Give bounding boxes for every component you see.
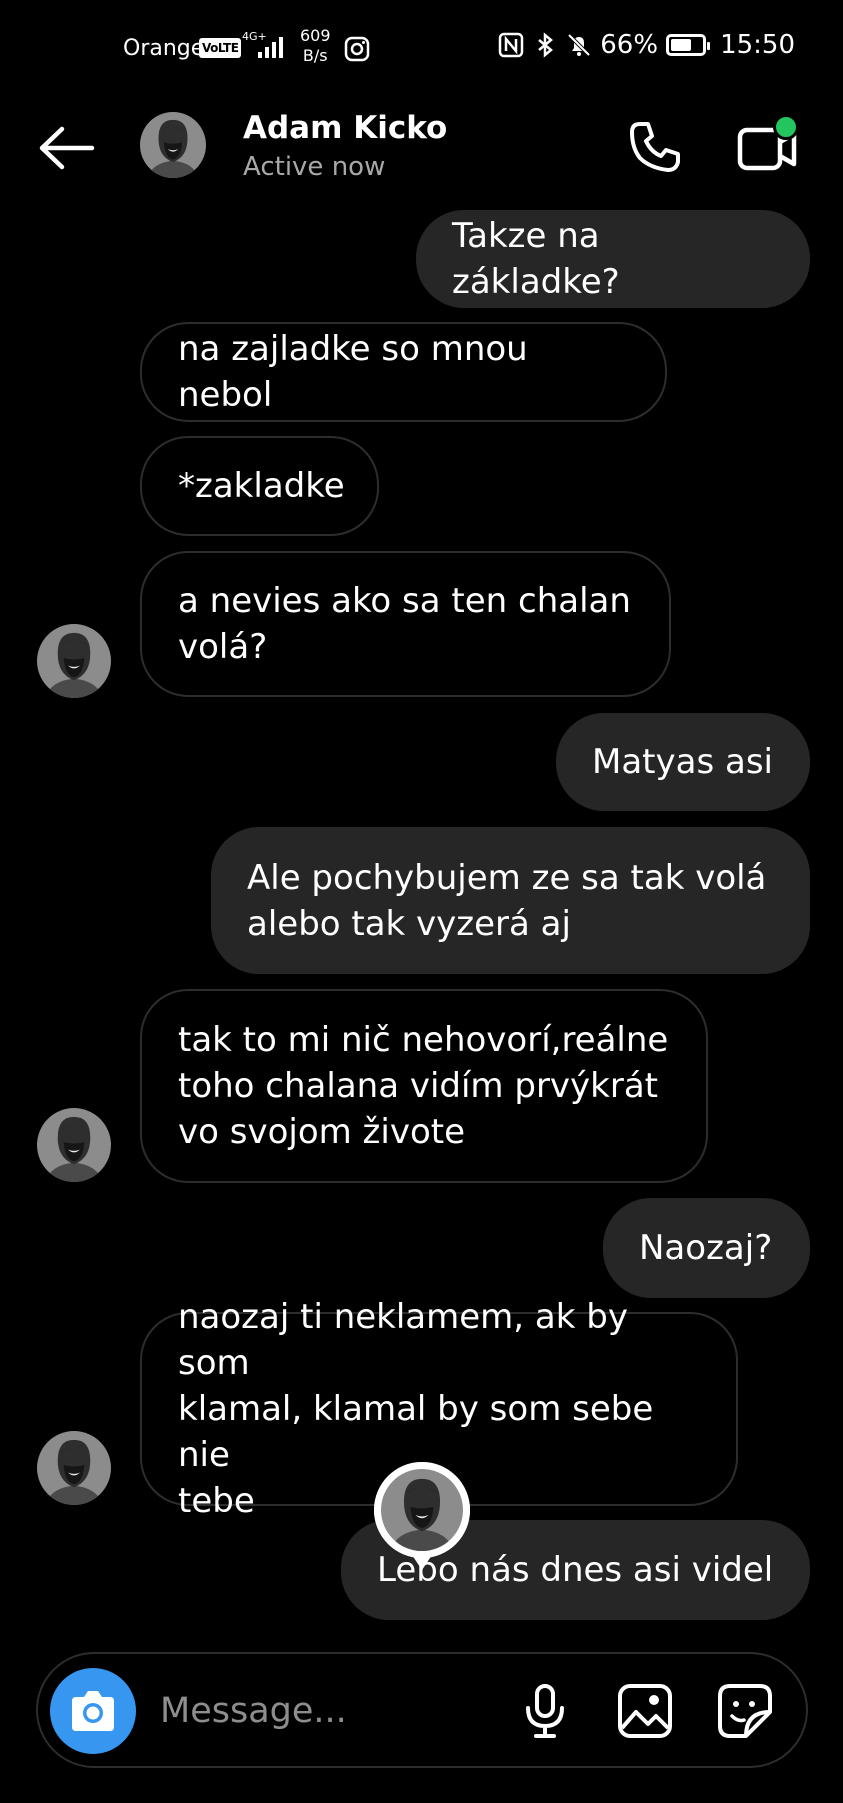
avatar[interactable] (37, 624, 111, 698)
status-bar: Orange VoLTE 4G+ 609 B/s 66% 15:50 (0, 0, 843, 100)
instagram-notification-icon (344, 36, 370, 62)
clock: 15:50 (720, 30, 795, 60)
status-right: 66% 15:50 (498, 30, 795, 60)
message-composer (36, 1652, 808, 1768)
contact-name[interactable]: Adam Kicko (243, 110, 447, 146)
seen-avatar-marker (373, 1462, 470, 1570)
battery-icon (666, 34, 711, 56)
contact-status: Active now (243, 152, 386, 182)
bluetooth-icon (538, 32, 554, 58)
message-bubble-incoming[interactable]: a nevies ako sa ten chalan volá? (140, 551, 671, 697)
signal-icon (258, 37, 283, 58)
network-speed-value: 609 (300, 26, 331, 45)
message-text: Takze na základke? (452, 216, 620, 302)
message-text: tak to mi nič nehovorí,reálne toho chala… (178, 1020, 669, 1152)
message-bubble-incoming[interactable]: na zajladke so mnou nebol (140, 322, 667, 422)
message-bubble-incoming[interactable]: *zakladke (140, 436, 379, 536)
message-text: Naozaj? (639, 1228, 773, 1268)
message-text: Matyas asi (592, 742, 773, 782)
back-arrow-icon[interactable] (36, 122, 96, 174)
avatar[interactable] (140, 112, 206, 178)
sticker-icon[interactable] (716, 1682, 774, 1740)
volte-badge: VoLTE (199, 38, 242, 58)
carrier-label: Orange (123, 36, 205, 61)
message-bubble-outgoing[interactable]: Takze na základke? (416, 210, 810, 308)
network-speed-unit: B/s (302, 46, 328, 65)
camera-icon (72, 1691, 114, 1731)
microphone-icon[interactable] (516, 1682, 574, 1740)
gallery-icon[interactable] (616, 1682, 674, 1740)
phone-icon[interactable] (626, 118, 684, 176)
nfc-icon (499, 32, 524, 58)
message-bubble-outgoing[interactable]: Ale pochybujem ze sa tak volá alebo tak … (211, 827, 810, 974)
mute-bell-icon (567, 33, 591, 57)
avatar[interactable] (37, 1108, 111, 1182)
active-indicator-dot (773, 114, 799, 140)
chat-header: Adam Kicko Active now (0, 100, 843, 200)
camera-button[interactable] (50, 1668, 136, 1754)
message-bubble-outgoing[interactable]: Matyas asi (556, 713, 810, 811)
network-speed: 609 B/s (300, 26, 331, 66)
message-text: *zakladke (178, 466, 345, 506)
message-bubble-outgoing[interactable]: Naozaj? (603, 1198, 810, 1298)
message-bubble-incoming[interactable]: tak to mi nič nehovorí,reálne toho chala… (140, 989, 708, 1183)
message-text: na zajladke so mnou nebol (178, 329, 528, 415)
message-text: a nevies ako sa ten chalan volá? (178, 581, 631, 667)
avatar[interactable] (37, 1431, 111, 1505)
battery-percent: 66% (600, 30, 659, 60)
message-text: Ale pochybujem ze sa tak volá alebo tak … (247, 857, 767, 944)
message-input[interactable] (158, 1682, 462, 1740)
